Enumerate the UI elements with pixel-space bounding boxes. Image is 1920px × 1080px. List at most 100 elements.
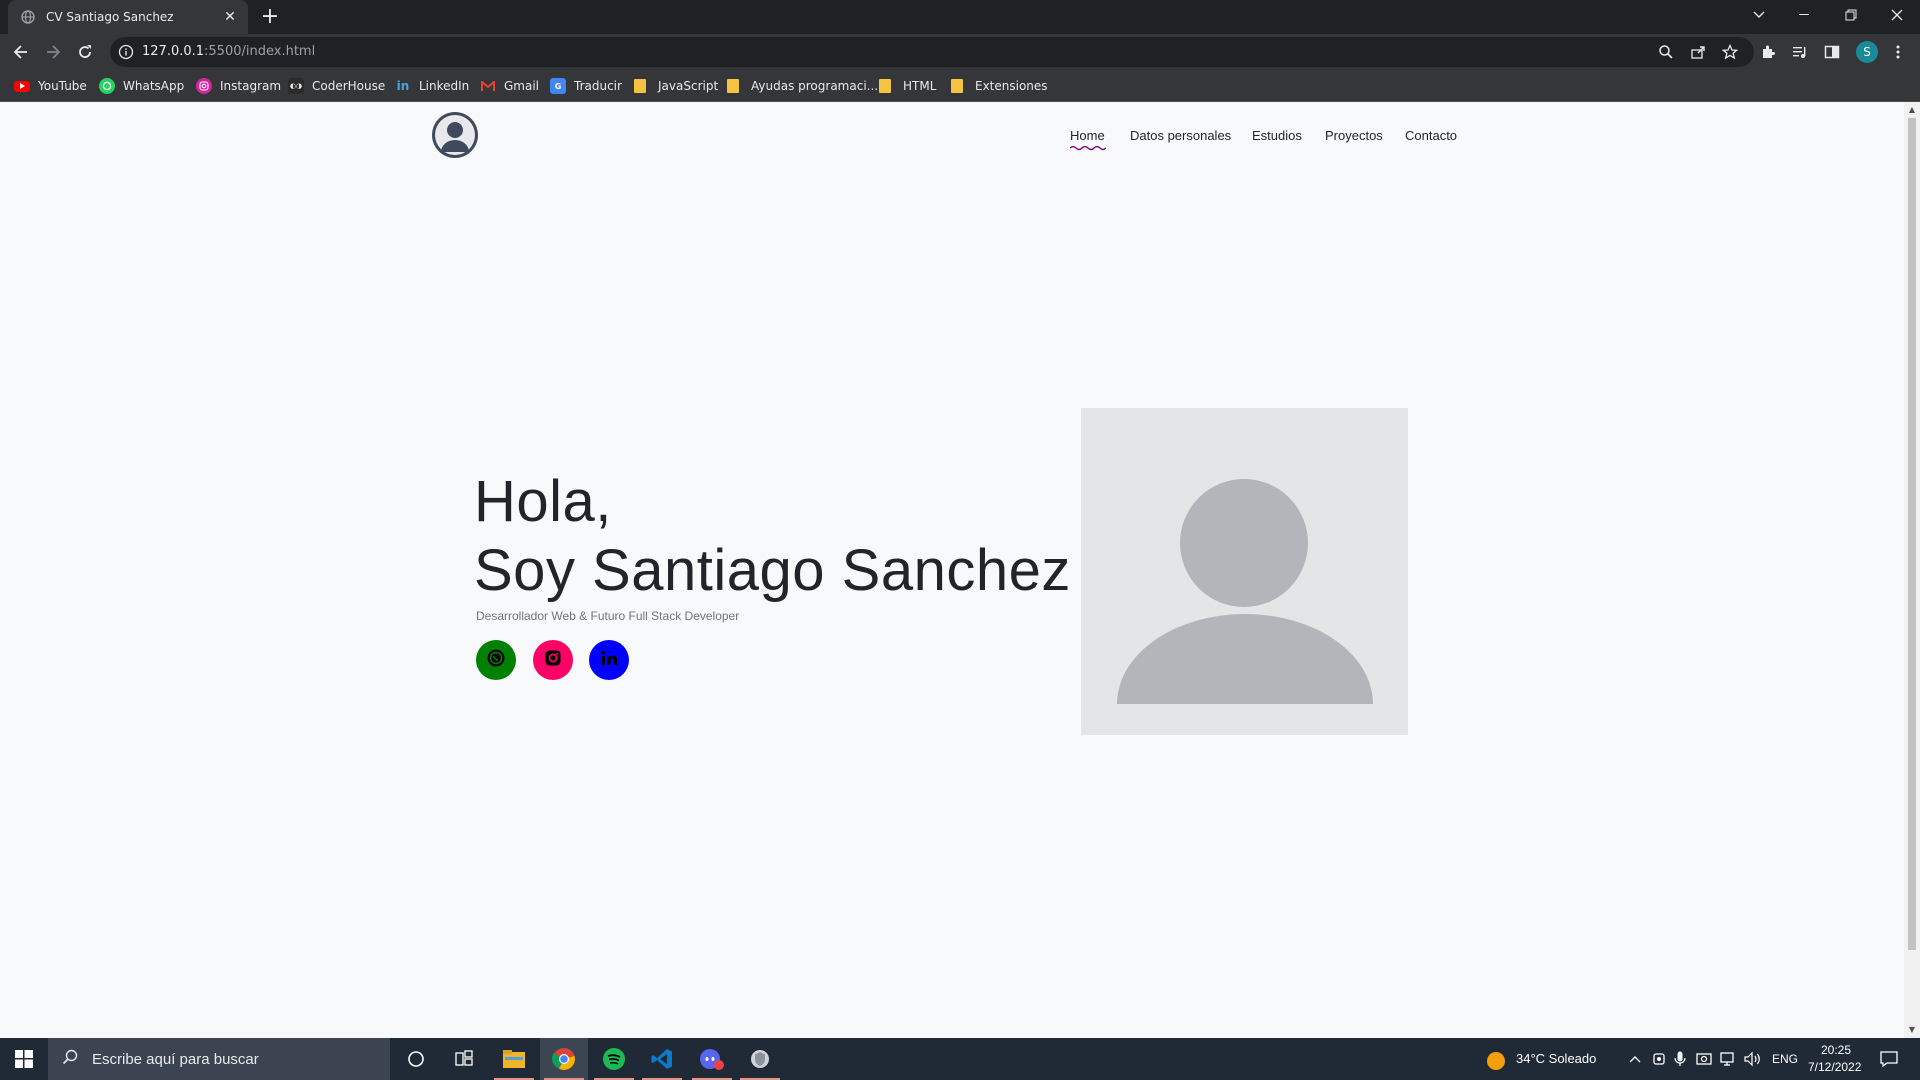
- folder-icon: [727, 79, 739, 93]
- browser-toolbar: 127.0.0.1:5500/index.html S: [0, 34, 1920, 70]
- nav-home[interactable]: Home: [1070, 128, 1105, 143]
- bookmark-label: HTML: [903, 79, 937, 93]
- linkedin-icon: in: [396, 79, 410, 93]
- whatsapp-button[interactable]: [476, 640, 516, 680]
- extensions-icon[interactable]: [1760, 44, 1776, 60]
- info-icon[interactable]: [118, 44, 134, 60]
- page-viewport: Home Datos personales Estudios Proyectos…: [0, 102, 1904, 1038]
- folder-icon: [951, 79, 963, 93]
- scroll-thumb[interactable]: [1908, 118, 1916, 950]
- bookmark-label: LinkedIn: [419, 79, 470, 93]
- instagram-button[interactable]: [533, 640, 573, 680]
- hero-greeting: Hola,: [474, 469, 612, 534]
- bookmark-traducir[interactable]: G Traducir: [550, 78, 622, 94]
- address-bar[interactable]: 127.0.0.1:5500/index.html: [110, 37, 1754, 67]
- bookmark-whatsapp[interactable]: WhatsApp: [99, 78, 184, 94]
- nav-contacto[interactable]: Contacto: [1405, 128, 1457, 143]
- zoom-icon[interactable]: [1658, 44, 1674, 60]
- user-silhouette-icon: [1117, 479, 1373, 704]
- forward-icon[interactable]: [42, 41, 64, 63]
- bookmark-label: Gmail: [504, 79, 540, 93]
- url-host: 127.0.0.1: [142, 44, 205, 59]
- nav-datos-personales[interactable]: Datos personales: [1130, 128, 1231, 143]
- bookmark-extensiones[interactable]: Extensiones: [951, 78, 1048, 94]
- vscode-icon[interactable]: [638, 1038, 686, 1080]
- reload-icon[interactable]: [74, 41, 96, 63]
- bookmark-label: CoderHouse: [312, 79, 386, 93]
- clock-time[interactable]: 20:25: [1820, 1043, 1852, 1057]
- whatsapp-icon: [486, 648, 506, 672]
- network-icon[interactable]: [1720, 1051, 1736, 1071]
- volume-icon[interactable]: [1744, 1051, 1762, 1071]
- discord-icon[interactable]: [688, 1038, 736, 1080]
- search-icon: [62, 1049, 78, 1069]
- weather-sun-icon[interactable]: [1486, 1051, 1506, 1075]
- hero-subtitle: Desarrollador Web & Futuro Full Stack De…: [476, 609, 740, 623]
- url-text: 127.0.0.1:5500/index.html: [142, 44, 315, 59]
- side-panel-icon[interactable]: [1824, 44, 1840, 60]
- tray-expand-icon[interactable]: [1628, 1052, 1642, 1071]
- chrome-icon[interactable]: [540, 1038, 588, 1080]
- bookmark-linkedin[interactable]: in LinkedIn: [395, 78, 470, 94]
- meet-now-icon[interactable]: [1652, 1051, 1666, 1071]
- media-control-icon[interactable]: [1792, 44, 1808, 60]
- nav-proyectos[interactable]: Proyectos: [1325, 128, 1383, 143]
- instagram-icon: [196, 78, 212, 94]
- file-explorer-icon[interactable]: [490, 1038, 538, 1080]
- bookmark-ayudas[interactable]: Ayudas programaci...: [727, 78, 878, 94]
- bookmark-label: JavaScript: [658, 79, 719, 93]
- profile-avatar[interactable]: S: [1856, 41, 1878, 63]
- app-shield-icon[interactable]: [736, 1038, 784, 1080]
- active-nav-underline: [1070, 145, 1106, 151]
- scroll-up-icon[interactable]: ▲: [1908, 106, 1916, 114]
- linkedin-icon: [599, 648, 619, 672]
- bookmark-label: WhatsApp: [123, 79, 185, 93]
- coderhouse-icon: ◐◑: [288, 78, 304, 94]
- bookmarks-bar: YouTube WhatsApp Instagram ◐◑ CoderHouse…: [0, 70, 1920, 102]
- bookmark-youtube[interactable]: YouTube: [14, 78, 87, 94]
- menu-icon[interactable]: [1890, 44, 1906, 60]
- language-indicator[interactable]: ENG: [1772, 1052, 1798, 1066]
- windows-taskbar: Escribe aquí para buscar 34°C Soleado EN…: [0, 1038, 1920, 1080]
- spotify-icon[interactable]: [590, 1038, 638, 1080]
- bookmark-instagram[interactable]: Instagram: [196, 78, 281, 94]
- bookmark-label: Instagram: [220, 79, 282, 93]
- new-tab-button[interactable]: +: [258, 5, 282, 29]
- tab-search-icon[interactable]: [1736, 0, 1782, 30]
- cortana-icon[interactable]: [392, 1038, 440, 1080]
- browser-tab[interactable]: CV Santiago Sanchez ✕: [8, 0, 248, 34]
- whatsapp-icon: [99, 78, 115, 94]
- profile-photo-placeholder: [1081, 408, 1408, 735]
- restore-icon[interactable]: [1828, 0, 1874, 30]
- bookmark-coderhouse[interactable]: ◐◑ CoderHouse: [288, 78, 385, 94]
- bookmark-gmail[interactable]: Gmail: [480, 78, 539, 94]
- scroll-down-icon[interactable]: ▼: [1908, 1026, 1916, 1034]
- clock-date[interactable]: 7/12/2022: [1808, 1060, 1861, 1074]
- windows-start-icon[interactable]: [0, 1038, 48, 1080]
- microphone-icon[interactable]: [1674, 1051, 1686, 1071]
- linkedin-button[interactable]: [589, 640, 629, 680]
- task-view-icon[interactable]: [440, 1038, 488, 1080]
- gmail-icon: [480, 78, 496, 94]
- globe-icon: [20, 9, 36, 25]
- close-window-icon[interactable]: [1874, 0, 1920, 30]
- share-icon[interactable]: [1690, 44, 1706, 60]
- taskbar-search[interactable]: Escribe aquí para buscar: [48, 1038, 390, 1080]
- url-path: :5500/index.html: [204, 44, 316, 59]
- onscreen-keyboard-icon[interactable]: [1696, 1051, 1712, 1071]
- bookmark-javascript[interactable]: JavaScript: [634, 78, 718, 94]
- bookmark-html[interactable]: HTML: [879, 78, 936, 94]
- notifications-icon[interactable]: [1880, 1051, 1898, 1071]
- nav-estudios[interactable]: Estudios: [1252, 128, 1302, 143]
- site-logo-avatar[interactable]: [432, 112, 478, 158]
- close-tab-icon[interactable]: ✕: [222, 9, 238, 25]
- bookmark-star-icon[interactable]: [1721, 43, 1739, 60]
- folder-icon: [879, 79, 891, 93]
- weather-text[interactable]: 34°C Soleado: [1516, 1051, 1596, 1066]
- page-scrollbar[interactable]: ▲ ▼: [1904, 102, 1920, 1038]
- folder-icon: [634, 79, 646, 93]
- search-placeholder: Escribe aquí para buscar: [92, 1050, 259, 1068]
- back-icon[interactable]: [10, 41, 32, 63]
- bookmark-label: Extensiones: [975, 79, 1048, 93]
- minimize-icon[interactable]: [1782, 0, 1828, 30]
